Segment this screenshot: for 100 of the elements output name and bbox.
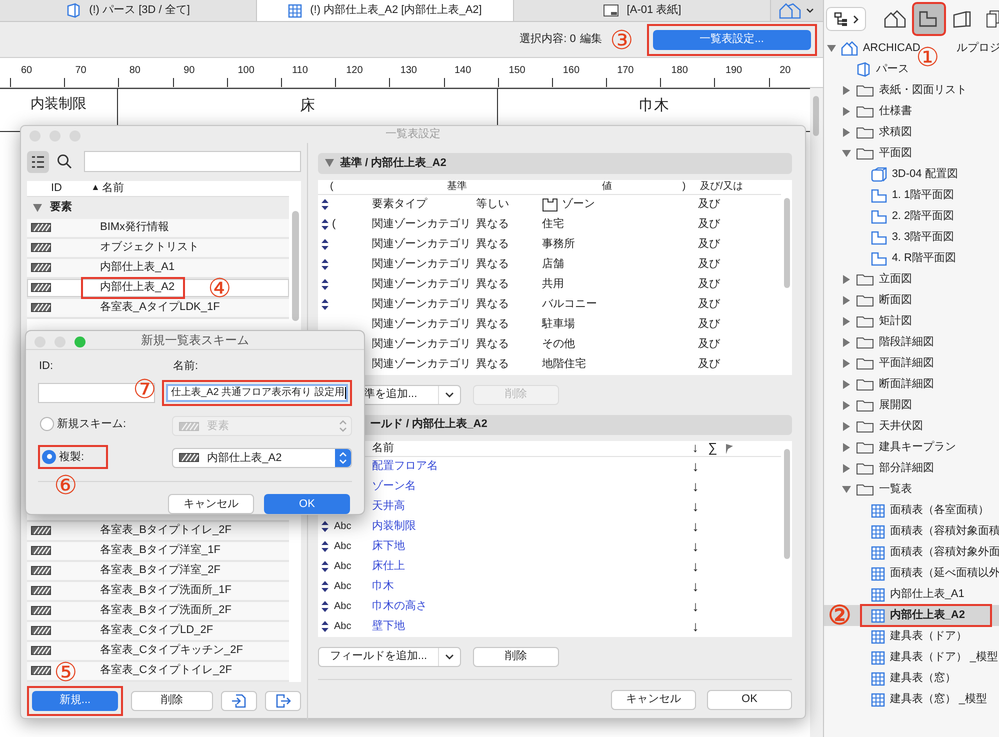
scheme-select[interactable]: 内部仕上表_A2	[172, 448, 352, 468]
reorder-handle-icon[interactable]	[321, 521, 329, 532]
expand-arrow-icon[interactable]	[842, 317, 851, 326]
tree-item[interactable]: 建具キープラン	[824, 437, 999, 458]
expand-arrow-icon[interactable]	[842, 107, 851, 116]
add-field-dropdown[interactable]: フィールドを追加...	[318, 646, 461, 666]
column-header[interactable]: ID	[51, 180, 91, 196]
tree-item[interactable]: 断面詳細図	[824, 374, 999, 395]
expand-arrow-icon[interactable]	[842, 296, 851, 305]
import-button[interactable]	[220, 690, 257, 710]
tree-item[interactable]: 部分詳細図	[824, 458, 999, 479]
document-tab[interactable]: [A-01 表紙]	[514, 0, 771, 21]
field-row[interactable]: Abc 床仕上 ↓	[318, 556, 781, 576]
criteria-row[interactable]: 関連ゾーンカテゴリ 異なる 店舗 及び	[318, 254, 781, 274]
reorder-handle-icon[interactable]	[321, 541, 329, 552]
reorder-handle-icon[interactable]	[321, 239, 329, 250]
tree-item[interactable]: 建具表（窓） _模型	[824, 689, 999, 710]
criteria-row[interactable]: 要素タイプ 等しい ゾーン 及び	[318, 194, 781, 214]
radio-button[interactable]	[42, 450, 56, 464]
criteria-row[interactable]: 関連ゾーンカテゴリ 異なる 事務所 及び	[318, 234, 781, 254]
scheme-list-row[interactable]: 各室表_CタイプLD_2F	[27, 622, 289, 642]
collapse-arrow-icon[interactable]	[842, 149, 851, 158]
tree-item[interactable]: 面積表（各室面積）	[824, 500, 999, 521]
tree-item[interactable]: 天井伏図	[824, 416, 999, 437]
scheme-list-row[interactable]: BIMx発行情報	[27, 218, 289, 238]
document-tab[interactable]: (!) パース [3D / 全て]	[0, 0, 257, 21]
tree-item[interactable]: 1. 1階平面図	[824, 185, 999, 206]
name-field[interactable]: 仕上表_A2 共通フロア表示有り 設定用	[166, 384, 348, 402]
expand-arrow-icon[interactable]	[842, 422, 851, 431]
search-field[interactable]	[84, 151, 301, 172]
expand-arrow-icon[interactable]	[842, 380, 851, 389]
delete-button[interactable]: 削除	[473, 646, 559, 666]
criteria-row[interactable]: ( 関連ゾーンカテゴリ 異なる 住宅 及び	[318, 214, 781, 234]
collapse-arrow-icon[interactable]	[826, 44, 836, 53]
tree-item[interactable]: 平面詳細図	[824, 353, 999, 374]
scheme-list-row[interactable]: ⑤ 各室表_Cタイプトイレ_2F	[27, 662, 289, 682]
delete-button[interactable]: 削除	[131, 690, 213, 710]
scheme-list-row[interactable]: 内部仕上表_A1	[27, 258, 289, 278]
scheme-list-row[interactable]: 各室表_Bタイプトイレ_2F	[27, 522, 289, 542]
list-view-button[interactable]	[27, 150, 49, 172]
scheme-list-row[interactable]: 各室表_AタイプLDK_1F	[27, 298, 289, 318]
tree-item[interactable]: 2. 2階平面図	[824, 206, 999, 227]
ok-button[interactable]: OK	[707, 690, 792, 710]
cancel-button[interactable]: キャンセル	[168, 494, 254, 514]
criteria-row[interactable]: 関連ゾーンカテゴリ 異なる バルコニー 及び	[318, 294, 781, 314]
reorder-handle-icon[interactable]	[321, 581, 329, 592]
expand-arrow-icon[interactable]	[842, 128, 851, 137]
field-row[interactable]: Abc 床下地 ↓	[318, 536, 781, 556]
view-options-icon[interactable]	[778, 2, 815, 18]
field-row[interactable]: Abc 巾木の高さ ↓	[318, 596, 781, 616]
column-header[interactable]: 名前	[102, 180, 124, 196]
reorder-handle-icon[interactable]	[321, 279, 329, 290]
field-row[interactable]: Abc 内装制限 ↓	[318, 516, 781, 536]
cancel-button[interactable]: キャンセル	[611, 690, 696, 710]
tree-item[interactable]: 3. 3階平面図	[824, 227, 999, 248]
tree-item[interactable]: 階段詳細図	[824, 332, 999, 353]
tree-item[interactable]: 平面図	[824, 143, 999, 164]
reorder-handle-icon[interactable]	[321, 621, 329, 632]
tree-item[interactable]: 建具表（ドア）	[824, 626, 999, 647]
section-header[interactable]: 基準 / 内部仕上表_A2	[318, 152, 792, 174]
criteria-row[interactable]: 関連ゾーンカテゴリ 異なる 共用 及び	[318, 274, 781, 294]
reorder-handle-icon[interactable]	[321, 199, 329, 210]
scheme-list-row[interactable]: 各室表_Bタイプ洋室_1F	[27, 542, 289, 562]
tree-item[interactable]: 仕様書	[824, 101, 999, 122]
scrollbar[interactable]	[810, 88, 823, 737]
tree-item[interactable]: 3D-04 配置図	[824, 164, 999, 185]
tree-item[interactable]: 4. R階平面図	[824, 248, 999, 269]
tree-item[interactable]: 立面図	[824, 269, 999, 290]
tree-item[interactable]: 建具表（ドア） _模型	[824, 647, 999, 668]
reorder-handle-icon[interactable]	[321, 561, 329, 572]
tree-item[interactable]: 建具表（窓）	[824, 668, 999, 689]
ok-button[interactable]: OK	[264, 494, 350, 514]
scheme-list-row[interactable]: 各室表_Bタイプ洋室_2F	[27, 562, 289, 582]
navigator-tab[interactable]	[914, 4, 944, 34]
tree-item[interactable]: 断面図	[824, 290, 999, 311]
scrollbar[interactable]	[781, 440, 792, 636]
scheme-list-row[interactable]: 各室表_Bタイプ洗面所_1F	[27, 582, 289, 602]
tree-item[interactable]: 矩計図	[824, 311, 999, 332]
reorder-handle-icon[interactable]	[321, 219, 329, 230]
schedule-settings-button[interactable]: 一覧表設定...	[652, 30, 811, 50]
expand-arrow-icon[interactable]	[842, 338, 851, 347]
reorder-handle-icon[interactable]	[321, 299, 329, 310]
tree-item[interactable]: ② 内部仕上表_A2	[824, 605, 999, 626]
reorder-handle-icon[interactable]	[321, 259, 329, 270]
expand-arrow-icon[interactable]	[842, 464, 851, 473]
document-tab[interactable]: (!) 内部仕上表_A2 [内部仕上表_A2]	[257, 0, 514, 21]
field-row[interactable]: Abc 巾木 ↓	[318, 576, 781, 596]
tree-item[interactable]: 一覧表	[824, 479, 999, 500]
collapse-arrow-icon[interactable]	[842, 485, 851, 494]
expand-arrow-icon[interactable]	[842, 443, 851, 452]
scheme-list-row[interactable]: オブジェクトリスト	[27, 238, 289, 258]
collapse-arrow-icon[interactable]	[33, 204, 42, 212]
tree-item[interactable]: 求積図	[824, 122, 999, 143]
reorder-handle-icon[interactable]	[321, 601, 329, 612]
tree-item[interactable]: 展開図	[824, 395, 999, 416]
tree-item[interactable]: 面積表（容積対象外面	[824, 542, 999, 563]
expand-arrow-icon[interactable]	[842, 401, 851, 410]
criteria-row[interactable]: 関連ゾーンカテゴリ 異なる 駐車場 及び	[318, 314, 781, 334]
new-button[interactable]: 新規...	[32, 690, 118, 710]
export-button[interactable]	[264, 690, 301, 710]
